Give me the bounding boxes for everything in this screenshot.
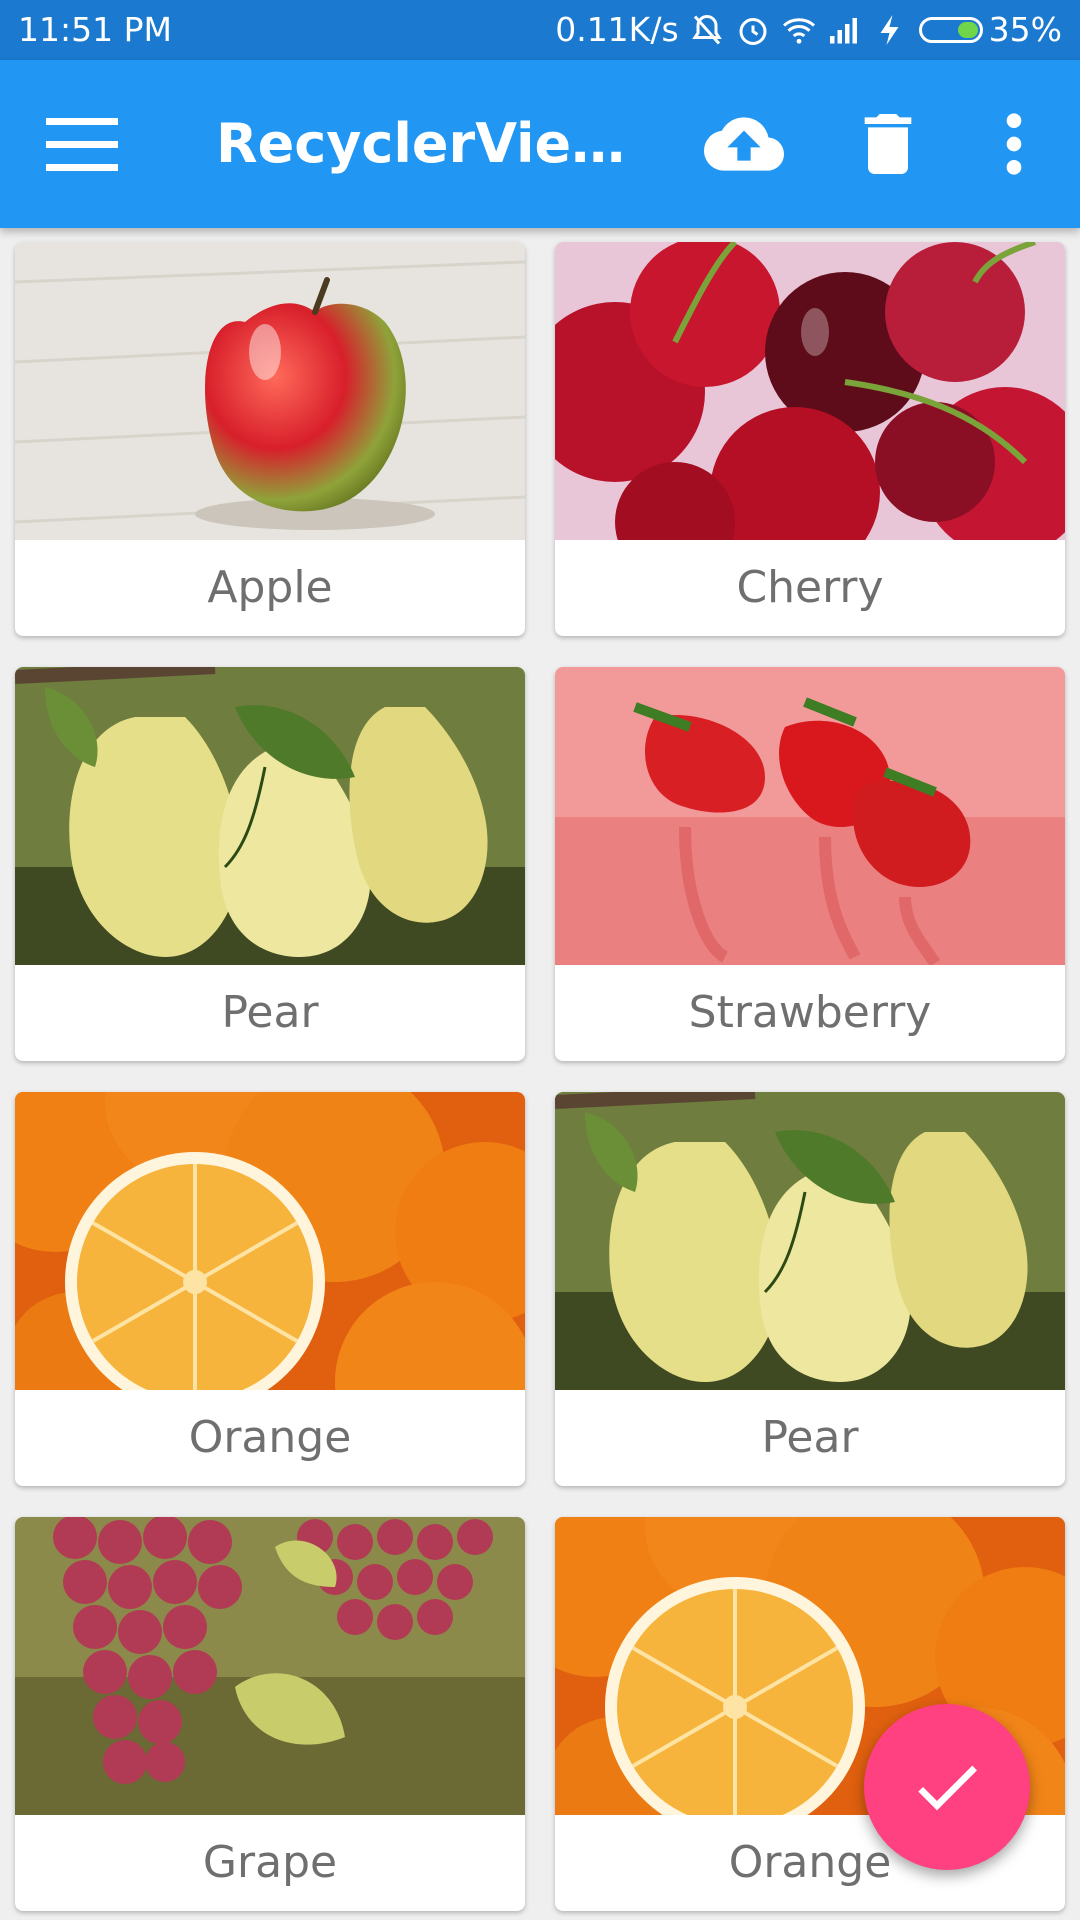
battery-indicator: 35% bbox=[918, 10, 1062, 49]
app-bar: RecyclerView... bbox=[0, 60, 1080, 228]
fruit-label: Apple bbox=[207, 562, 333, 613]
fruit-card[interactable]: Apple bbox=[15, 242, 525, 636]
cloud-upload-icon[interactable] bbox=[704, 104, 784, 184]
apple-image bbox=[15, 242, 525, 540]
wifi-icon bbox=[782, 17, 815, 44]
signal-icon bbox=[829, 17, 857, 43]
app-title: RecyclerView... bbox=[216, 112, 626, 175]
status-time: 11:51 PM bbox=[18, 10, 172, 49]
battery-icon bbox=[918, 16, 983, 43]
fruit-label: Pear bbox=[221, 987, 319, 1038]
delete-icon[interactable] bbox=[848, 104, 928, 184]
fruit-card[interactable]: Grape bbox=[15, 1517, 525, 1911]
charging-icon bbox=[880, 14, 899, 45]
fruit-card[interactable]: Pear bbox=[15, 667, 525, 1061]
mute-icon bbox=[691, 14, 722, 44]
status-bar: 11:51 PM 0.11K/s 35% bbox=[0, 0, 1080, 60]
alarm-icon bbox=[739, 17, 767, 45]
fruit-card[interactable]: Pear bbox=[555, 1092, 1065, 1486]
fruit-card[interactable]: Cherry bbox=[555, 242, 1065, 636]
strawberry-image bbox=[555, 667, 1065, 965]
confirm-fab-button[interactable] bbox=[864, 1704, 1030, 1870]
fruit-card[interactable]: Strawberry bbox=[555, 667, 1065, 1061]
more-vert-icon[interactable] bbox=[974, 104, 1054, 184]
fruit-card[interactable]: Orange bbox=[15, 1092, 525, 1486]
fruit-label: Pear bbox=[761, 1412, 859, 1463]
fruit-label: Orange bbox=[188, 1412, 352, 1463]
net-speed: 0.11K/s bbox=[555, 10, 679, 49]
fruit-label: Strawberry bbox=[688, 987, 932, 1038]
fruit-label: Cherry bbox=[736, 562, 884, 613]
pear-image bbox=[15, 667, 525, 965]
cherry-image bbox=[555, 242, 1065, 540]
fruit-label: Grape bbox=[202, 1837, 338, 1888]
orange-image bbox=[15, 1092, 525, 1390]
menu-icon[interactable] bbox=[46, 118, 120, 172]
pear-image bbox=[555, 1092, 1065, 1390]
check-icon bbox=[918, 1765, 977, 1811]
status-icons: 0.11K/s 35% bbox=[555, 10, 1062, 49]
grape-image bbox=[15, 1517, 525, 1815]
battery-percent: 35% bbox=[988, 10, 1062, 49]
